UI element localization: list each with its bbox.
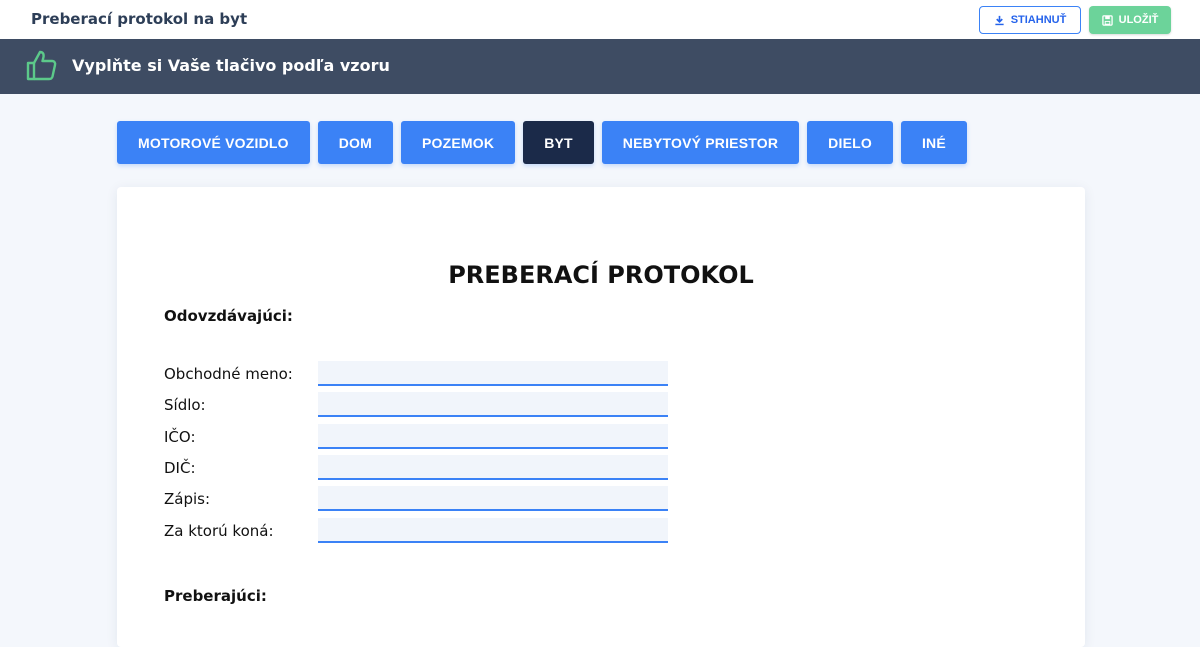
document-paper: PREBERACÍ PROTOKOL Odovzdávajúci: Obchod… (117, 187, 1085, 647)
tab-pozemok[interactable]: POZEMOK (401, 121, 516, 164)
ico-input[interactable] (318, 424, 668, 449)
field-row-dic: DIČ: (164, 455, 684, 481)
field-label: IČO: (164, 428, 196, 446)
field-label: DIČ: (164, 459, 196, 477)
tab-ine[interactable]: INÉ (900, 121, 967, 164)
field-row-seat: Sídlo: (164, 392, 684, 418)
top-bar: Preberací protokol na byt STIAHNUŤ ULOŽI… (0, 0, 1200, 39)
dic-input[interactable] (318, 455, 668, 480)
tab-dom[interactable]: DOM (317, 121, 393, 164)
representative-input[interactable] (318, 518, 668, 543)
tab-dielo[interactable]: DIELO (807, 121, 893, 164)
field-row-representative: Za ktorú koná: (164, 518, 684, 544)
field-label: Zápis: (164, 490, 211, 508)
banner-text: Vyplňte si Vaše tlačivo podľa vzoru (72, 56, 390, 75)
category-tabs: MOTOROVÉ VOZIDLO DOM POZEMOK BYT NEBYTOV… (117, 121, 967, 164)
field-label: Sídlo: (164, 396, 206, 414)
field-row-business-name: Obchodné meno: (164, 361, 684, 387)
floppy-disk-icon (1101, 14, 1113, 26)
download-button[interactable]: STIAHNUŤ (979, 6, 1081, 34)
field-row-registration: Zápis: (164, 486, 684, 512)
save-button[interactable]: ULOŽIŤ (1089, 6, 1171, 34)
instruction-banner: Vyplňte si Vaše tlačivo podľa vzoru (0, 39, 1200, 94)
thumbs-up-icon (26, 50, 57, 81)
document-title: PREBERACÍ PROTOKOL (448, 261, 754, 289)
app-title: Preberací protokol na byt (31, 10, 248, 28)
field-label: Obchodné meno: (164, 365, 293, 383)
field-row-ico: IČO: (164, 424, 684, 450)
download-button-label: STIAHNUŤ (1010, 14, 1067, 26)
section-heading-receiver: Preberajúci: (164, 587, 267, 605)
tab-nebytovy-priestor[interactable]: NEBYTOVÝ PRIESTOR (601, 121, 800, 164)
business-name-input[interactable] (318, 361, 668, 386)
tab-byt[interactable]: BYT (523, 121, 594, 164)
field-label: Za ktorú koná: (164, 522, 274, 540)
download-icon (995, 15, 1004, 25)
seat-input[interactable] (318, 392, 668, 417)
section-heading-handover: Odovzdávajúci: (164, 307, 293, 325)
tab-motorove-vozidlo[interactable]: MOTOROVÉ VOZIDLO (117, 121, 310, 164)
save-button-label: ULOŽIŤ (1118, 14, 1159, 26)
registration-input[interactable] (318, 486, 668, 511)
